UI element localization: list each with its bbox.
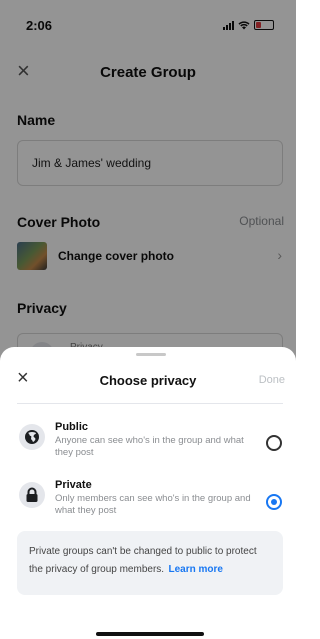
lock-icon <box>19 482 45 508</box>
radio-private-selected[interactable] <box>266 494 282 510</box>
sheet-grabber[interactable] <box>136 353 166 356</box>
done-button[interactable]: Done <box>259 374 285 386</box>
privacy-option-public[interactable]: Public Anyone can see who's in the group… <box>0 419 296 469</box>
option-description: Only members can see who's in the group … <box>55 493 251 516</box>
option-title: Public <box>55 421 89 433</box>
globe-icon <box>19 424 45 450</box>
option-description: Anyone can see who's in the group and wh… <box>55 435 244 458</box>
privacy-info-box: Private groups can't be changed to publi… <box>17 531 283 595</box>
privacy-option-private[interactable]: Private Only members can see who's in th… <box>0 477 296 527</box>
learn-more-link[interactable]: Learn more <box>169 564 223 575</box>
divider <box>17 403 283 404</box>
home-indicator[interactable] <box>96 632 204 636</box>
choose-privacy-sheet: × Choose privacy Done Public Anyone can … <box>0 347 296 639</box>
radio-public[interactable] <box>266 435 282 451</box>
sheet-title: Choose privacy <box>99 373 197 388</box>
option-title: Private <box>55 479 92 491</box>
